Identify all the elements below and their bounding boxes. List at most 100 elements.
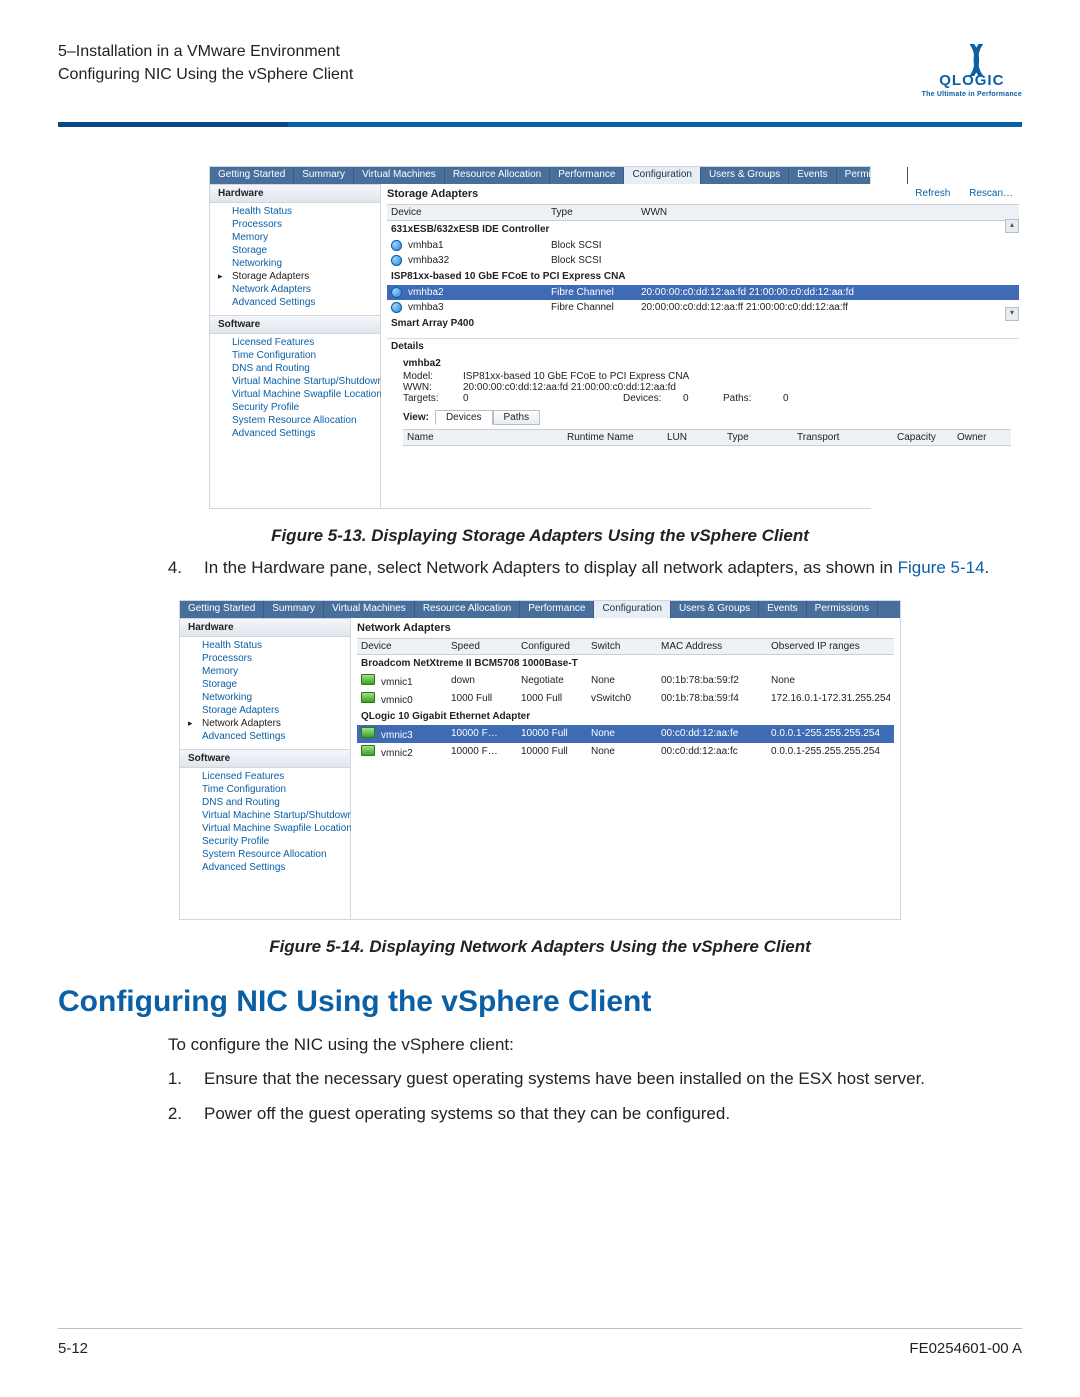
- col-runtime-name[interactable]: Runtime Name: [567, 432, 667, 443]
- footer-rule: [58, 1328, 1022, 1329]
- sidebar-item-licensed-features[interactable]: Licensed Features: [232, 336, 380, 349]
- col-name[interactable]: Name: [407, 432, 567, 443]
- tab-configuration[interactable]: Configuration: [594, 601, 670, 618]
- nic-ip-ranges: 0.0.0.1-255.255.255.254: [771, 746, 890, 757]
- sidebar-item-memory[interactable]: Memory: [202, 665, 350, 678]
- sidebar-item-networking[interactable]: Networking: [202, 691, 350, 704]
- sidebar-item-processors[interactable]: Processors: [232, 218, 380, 231]
- value-paths: 0: [783, 393, 823, 404]
- scroll-up-icon[interactable]: ▴: [1005, 219, 1019, 233]
- figure-link-5-14[interactable]: Figure 5-14: [898, 558, 985, 577]
- sidebar-item-storage-adapters[interactable]: Storage Adapters: [202, 704, 350, 717]
- col-wwn[interactable]: WWN: [641, 207, 1003, 218]
- scroll-down-icon[interactable]: ▾: [1005, 307, 1019, 321]
- tab-getting-started[interactable]: Getting Started: [180, 601, 264, 618]
- adapter-row[interactable]: vmhba1 Block SCSI: [387, 238, 1019, 253]
- col-configured[interactable]: Configured: [521, 641, 591, 652]
- tab-events[interactable]: Events: [759, 601, 807, 618]
- sidebar-item-vm-startup-shutdown[interactable]: Virtual Machine Startup/Shutdown: [202, 809, 350, 822]
- sidebar-item-licensed-features[interactable]: Licensed Features: [202, 770, 350, 783]
- tab-users-groups[interactable]: Users & Groups: [701, 167, 789, 184]
- sidebar-item-dns-routing[interactable]: DNS and Routing: [202, 796, 350, 809]
- nic-mac: 00:c0:dd:12:aa:fc: [661, 746, 771, 757]
- nic-row-selected[interactable]: vmnic3 10000 F… 10000 Full None 00:c0:dd…: [357, 725, 894, 743]
- sidebar-item-time-configuration[interactable]: Time Configuration: [232, 349, 380, 362]
- view-paths-button[interactable]: Paths: [493, 410, 541, 425]
- adapter-device: vmhba32: [408, 255, 449, 266]
- tab-users-groups[interactable]: Users & Groups: [671, 601, 759, 618]
- nic-header: Device Speed Configured Switch MAC Addre…: [357, 638, 894, 655]
- sidebar-item-advanced-settings[interactable]: Advanced Settings: [202, 730, 350, 743]
- tab-getting-started[interactable]: Getting Started: [210, 167, 294, 184]
- sidebar-item-system-resource-allocation[interactable]: System Resource Allocation: [232, 414, 380, 427]
- chapter-title: 5–Installation in a VMware Environment: [58, 40, 353, 63]
- sidebar: Hardware Health Status Processors Memory…: [180, 618, 351, 919]
- header-text: 5–Installation in a VMware Environment C…: [58, 40, 353, 86]
- tab-events[interactable]: Events: [789, 167, 837, 184]
- nic-row[interactable]: vmnic0 1000 Full 1000 Full vSwitch0 00:1…: [357, 690, 894, 708]
- col-mac[interactable]: MAC Address: [661, 641, 771, 652]
- sidebar-item-advanced-settings-sw[interactable]: Advanced Settings: [232, 427, 380, 440]
- tab-virtual-machines[interactable]: Virtual Machines: [324, 601, 415, 618]
- col-device[interactable]: Device: [391, 207, 551, 218]
- sidebar-item-security-profile[interactable]: Security Profile: [232, 401, 380, 414]
- tab-summary[interactable]: Summary: [264, 601, 324, 618]
- sidebar-item-health-status[interactable]: Health Status: [232, 205, 380, 218]
- sidebar-item-vm-swapfile-location[interactable]: Virtual Machine Swapfile Location: [232, 388, 380, 401]
- tab-performance[interactable]: Performance: [520, 601, 594, 618]
- logo-name: QLOGIC: [922, 72, 1022, 89]
- col-ip-ranges[interactable]: Observed IP ranges: [771, 641, 890, 652]
- col-switch[interactable]: Switch: [591, 641, 661, 652]
- col-device[interactable]: Device: [361, 641, 451, 652]
- nic-row[interactable]: vmnic1 down Negotiate None 00:1b:78:ba:5…: [357, 672, 894, 690]
- col-type[interactable]: Type: [551, 207, 641, 218]
- refresh-link[interactable]: Refresh: [915, 188, 950, 199]
- rescan-link[interactable]: Rescan…: [969, 188, 1013, 199]
- sidebar-item-health-status[interactable]: Health Status: [202, 639, 350, 652]
- sidebar-item-network-adapters[interactable]: Network Adapters: [202, 717, 350, 730]
- intro-text: To configure the NIC using the vSphere c…: [168, 1033, 1022, 1058]
- sidebar-item-time-configuration[interactable]: Time Configuration: [202, 783, 350, 796]
- nic-icon: [361, 674, 375, 685]
- sidebar-item-memory[interactable]: Memory: [232, 231, 380, 244]
- sidebar-item-storage[interactable]: Storage: [232, 244, 380, 257]
- nic-switch: vSwitch0: [591, 693, 661, 704]
- adapter-row[interactable]: vmhba3 Fibre Channel 20:00:00:c0:dd:12:a…: [387, 300, 1019, 315]
- adapter-row[interactable]: vmhba32 Block SCSI: [387, 253, 1019, 268]
- sidebar-item-network-adapters[interactable]: Network Adapters: [232, 283, 380, 296]
- sidebar-item-processors[interactable]: Processors: [202, 652, 350, 665]
- sidebar-item-vm-swapfile-location[interactable]: Virtual Machine Swapfile Location: [202, 822, 350, 835]
- nic-row[interactable]: vmnic2 10000 F… 10000 Full None 00:c0:dd…: [357, 743, 894, 761]
- sidebar-item-storage[interactable]: Storage: [202, 678, 350, 691]
- nic-ip-ranges: 0.0.0.1-255.255.255.254: [771, 728, 890, 739]
- tab-permissions[interactable]: Permissions: [807, 601, 878, 618]
- tab-configuration[interactable]: Configuration: [624, 167, 700, 184]
- tab-summary[interactable]: Summary: [294, 167, 354, 184]
- sidebar-item-vm-startup-shutdown[interactable]: Virtual Machine Startup/Shutdown: [232, 375, 380, 388]
- tab-permissions[interactable]: Permissions: [837, 167, 908, 184]
- sidebar-item-security-profile[interactable]: Security Profile: [202, 835, 350, 848]
- label-wwn: WWN:: [403, 382, 463, 393]
- tab-performance[interactable]: Performance: [550, 167, 624, 184]
- main-pane-storage-adapters: Storage Adapters Refresh Rescan… Device …: [381, 184, 1025, 508]
- col-owner[interactable]: Owner: [957, 432, 1007, 443]
- col-transport[interactable]: Transport: [797, 432, 897, 443]
- tab-resource-allocation[interactable]: Resource Allocation: [445, 167, 550, 184]
- col-type[interactable]: Type: [727, 432, 797, 443]
- sidebar-item-networking[interactable]: Networking: [232, 257, 380, 270]
- tab-virtual-machines[interactable]: Virtual Machines: [354, 167, 445, 184]
- col-lun[interactable]: LUN: [667, 432, 727, 443]
- sidebar-item-system-resource-allocation[interactable]: System Resource Allocation: [202, 848, 350, 861]
- col-capacity[interactable]: Capacity: [897, 432, 957, 443]
- sidebar-item-dns-routing[interactable]: DNS and Routing: [232, 362, 380, 375]
- tab-resource-allocation[interactable]: Resource Allocation: [415, 601, 520, 618]
- adapter-icon: [391, 255, 402, 266]
- view-devices-button[interactable]: Devices: [435, 410, 493, 425]
- sidebar-item-storage-adapters[interactable]: Storage Adapters: [232, 270, 380, 283]
- sidebar-hardware-heading: Hardware: [180, 618, 350, 637]
- sidebar-item-advanced-settings[interactable]: Advanced Settings: [232, 296, 380, 309]
- sidebar-item-advanced-settings-sw[interactable]: Advanced Settings: [202, 861, 350, 874]
- col-speed[interactable]: Speed: [451, 641, 521, 652]
- adapter-row-selected[interactable]: vmhba2 Fibre Channel 20:00:00:c0:dd:12:a…: [387, 285, 1019, 300]
- step-4: 4. In the Hardware pane, select Network …: [58, 556, 1022, 581]
